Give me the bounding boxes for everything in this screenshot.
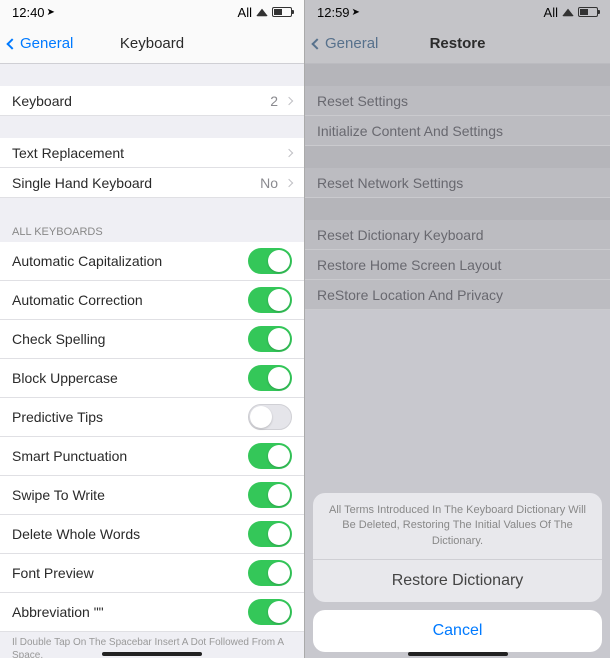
toggle-row[interactable]: Predictive Tips (0, 398, 304, 437)
all-keyboards-header: ALL KEYBOARDS (0, 220, 304, 242)
toggle-switch[interactable] (248, 287, 292, 313)
row-label: Reset Network Settings (317, 175, 463, 191)
sheet-message: All Terms Introduced In The Keyboard Dic… (313, 493, 602, 560)
toggle-row[interactable]: Block Uppercase (0, 359, 304, 398)
screenshot-restore-sheet: 12:59 ➤ All General Restore Reset Settin… (305, 0, 610, 658)
settings-list: Keyboard 2 Text Replacement Single Hand … (0, 64, 304, 658)
chevron-right-icon (285, 96, 293, 104)
row-label: Automatic Capitalization (12, 253, 162, 269)
battery-icon (272, 7, 292, 17)
row-value: 2 (270, 93, 278, 109)
initialize-content-row[interactable]: Initialize Content And Settings (305, 116, 610, 146)
wifi-icon (256, 8, 268, 16)
chevron-right-icon (285, 148, 293, 156)
reset-settings-row[interactable]: Reset Settings (305, 86, 610, 116)
location-icon: ➤ (47, 7, 55, 18)
toggle-switch[interactable] (248, 365, 292, 391)
nav-title: Keyboard (120, 35, 184, 52)
back-label: General (20, 35, 73, 52)
status-bar: 12:59 ➤ All (305, 0, 610, 24)
row-label: Single Hand Keyboard (12, 175, 152, 191)
toggle-switch[interactable] (248, 326, 292, 352)
row-label: Smart Punctuation (12, 448, 127, 464)
restore-list: Reset Settings Initialize Content And Se… (305, 64, 610, 310)
row-label: Abbreviation "" (12, 604, 104, 620)
row-label: Swipe To Write (12, 487, 105, 503)
toggle-switch[interactable] (248, 521, 292, 547)
row-label: Block Uppercase (12, 370, 118, 386)
chevron-left-icon (311, 38, 322, 49)
reset-network-row[interactable]: Reset Network Settings (305, 168, 610, 198)
row-label: Check Spelling (12, 331, 105, 347)
row-label: Restore Home Screen Layout (317, 257, 501, 273)
row-label: Text Replacement (12, 145, 124, 161)
location-icon: ➤ (352, 7, 360, 18)
status-carrier: All (238, 5, 252, 20)
restore-dictionary-button[interactable]: Restore Dictionary (313, 560, 602, 602)
status-time: 12:40 (12, 5, 45, 20)
back-button[interactable]: General (313, 35, 378, 52)
status-bar: 12:40 ➤ All (0, 0, 304, 24)
restore-location-row[interactable]: ReStore Location And Privacy (305, 280, 610, 310)
toggle-row[interactable]: Swipe To Write (0, 476, 304, 515)
row-label: Font Preview (12, 565, 94, 581)
toggle-switch[interactable] (248, 443, 292, 469)
row-label: Initialize Content And Settings (317, 123, 503, 139)
toggle-row[interactable]: Automatic Correction (0, 281, 304, 320)
row-label: Reset Settings (317, 93, 408, 109)
row-value: No (260, 175, 278, 191)
home-indicator[interactable] (408, 652, 508, 656)
toggle-row[interactable]: Automatic Capitalization (0, 242, 304, 281)
cancel-button[interactable]: Cancel (313, 610, 602, 652)
row-label: Reset Dictionary Keyboard (317, 227, 484, 243)
screenshot-keyboard-settings: 12:40 ➤ All General Keyboard Keyboard 2 … (0, 0, 305, 658)
reset-dictionary-row[interactable]: Reset Dictionary Keyboard (305, 220, 610, 250)
back-button[interactable]: General (8, 35, 73, 52)
toggle-switch[interactable] (248, 599, 292, 625)
toggle-row[interactable]: Font Preview (0, 554, 304, 593)
keyboards-row[interactable]: Keyboard 2 (0, 86, 304, 116)
toggle-row[interactable]: Check Spelling (0, 320, 304, 359)
restore-home-row[interactable]: Restore Home Screen Layout (305, 250, 610, 280)
nav-title: Restore (430, 35, 486, 52)
action-sheet: All Terms Introduced In The Keyboard Dic… (313, 493, 602, 652)
nav-bar: General Keyboard (0, 24, 304, 64)
status-carrier: All (544, 5, 558, 20)
row-label: Automatic Correction (12, 292, 143, 308)
toggle-row[interactable]: Delete Whole Words (0, 515, 304, 554)
back-label: General (325, 35, 378, 52)
chevron-left-icon (6, 38, 17, 49)
row-label: Delete Whole Words (12, 526, 140, 542)
toggle-switch[interactable] (248, 560, 292, 586)
home-indicator[interactable] (102, 652, 202, 656)
chevron-right-icon (285, 178, 293, 186)
nav-bar: General Restore (305, 24, 610, 64)
single-hand-keyboard-row[interactable]: Single Hand Keyboard No (0, 168, 304, 198)
toggle-row[interactable]: Smart Punctuation (0, 437, 304, 476)
toggle-switch[interactable] (248, 248, 292, 274)
row-label: Keyboard (12, 93, 72, 109)
text-replacement-row[interactable]: Text Replacement (0, 138, 304, 168)
toggle-switch[interactable] (248, 482, 292, 508)
row-label: ReStore Location And Privacy (317, 287, 503, 303)
toggle-row[interactable]: Abbreviation "" (0, 593, 304, 632)
status-time: 12:59 (317, 5, 350, 20)
battery-icon (578, 7, 598, 17)
wifi-icon (562, 8, 574, 16)
toggle-switch[interactable] (248, 404, 292, 430)
row-label: Predictive Tips (12, 409, 103, 425)
